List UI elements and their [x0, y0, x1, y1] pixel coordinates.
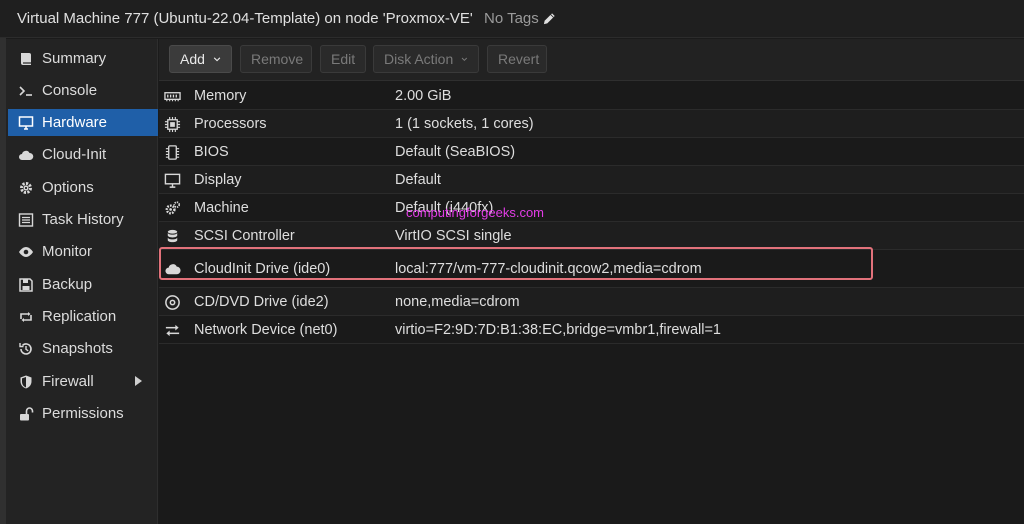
shield-icon: [16, 374, 36, 390]
sidebar-item-label: Permissions: [42, 405, 124, 422]
page-title: Virtual Machine 777 (Ubuntu-22.04-Templa…: [17, 10, 473, 27]
cogs-icon: [163, 199, 181, 217]
remove-button-label: Remove: [251, 51, 304, 67]
row-value: none,media=cdrom: [395, 294, 520, 310]
row-name: CD/DVD Drive (ide2): [194, 294, 329, 310]
sidebar-item-label: Console: [42, 82, 98, 99]
retweet-icon: [16, 309, 36, 325]
book-icon: [16, 51, 36, 67]
row-name: BIOS: [194, 144, 229, 160]
row-value: virtio=F2:9D:7D:B1:38:EC,bridge=vmbr1,fi…: [395, 322, 721, 338]
table-row-display[interactable]: Display Default: [159, 166, 1024, 194]
sidebar-item-label: Replication: [42, 308, 117, 325]
page-header: Virtual Machine 777 (Ubuntu-22.04-Templa…: [0, 0, 1024, 38]
revert-button-label: Revert: [498, 51, 540, 67]
row-value: Default (SeaBIOS): [395, 144, 516, 160]
table-row-cd-dvd-drive[interactable]: CD/DVD Drive (ide2) none,media=cdrom: [159, 288, 1024, 316]
row-name: Network Device (net0): [194, 322, 338, 338]
floppy-icon: [16, 277, 36, 293]
toolbar: Add Remove Edit Disk Action Revert: [159, 39, 1024, 81]
sidebar-item-monitor[interactable]: Monitor: [8, 238, 158, 265]
unlock-icon: [16, 406, 36, 422]
watermark-text: computingforgeeks.com: [406, 205, 545, 220]
sidebar-item-label: Backup: [42, 276, 93, 293]
edit-button-label: Edit: [331, 51, 356, 67]
sidebar-item-label: Hardware: [42, 114, 108, 131]
pencil-icon[interactable]: [542, 12, 556, 26]
sidebar-item-console[interactable]: Console: [8, 77, 158, 104]
sidebar-item-label: Summary: [42, 50, 107, 67]
eye-icon: [16, 244, 36, 260]
sidebar-item-hardware[interactable]: Hardware: [8, 109, 158, 136]
row-value: VirtIO SCSI single: [395, 228, 512, 244]
sidebar-item-label: Options: [42, 179, 94, 196]
microchip-icon: [163, 143, 181, 161]
sidebar-item-label: Firewall: [42, 373, 94, 390]
sidebar-item-label: Snapshots: [42, 340, 113, 357]
table-row-processors[interactable]: Processors 1 (1 sockets, 1 cores): [159, 110, 1024, 138]
sidebar-item-task-history[interactable]: Task History: [8, 206, 158, 233]
row-name: CloudInit Drive (ide0): [194, 261, 331, 277]
terminal-icon: [16, 83, 36, 99]
sidebar-item-label: Monitor: [42, 243, 93, 260]
edit-button[interactable]: Edit: [320, 45, 366, 73]
cloud-icon: [16, 147, 36, 163]
hardware-panel: Add Remove Edit Disk Action Revert Memor…: [159, 39, 1024, 524]
exchange-icon: [163, 321, 181, 339]
desktop-icon: [16, 115, 36, 131]
row-name: Memory: [194, 88, 247, 104]
remove-button[interactable]: Remove: [240, 45, 312, 73]
row-name: Machine: [194, 200, 249, 216]
desktop-icon: [163, 171, 181, 189]
sidebar-item-snapshots[interactable]: Snapshots: [8, 335, 158, 362]
database-icon: [163, 227, 181, 245]
cpu-icon: [163, 115, 181, 133]
table-row-bios[interactable]: BIOS Default (SeaBIOS): [159, 138, 1024, 166]
sidebar-item-firewall[interactable]: Firewall: [8, 368, 158, 395]
history-icon: [16, 341, 36, 357]
table-row-scsi-controller[interactable]: SCSI Controller VirtIO SCSI single: [159, 222, 1024, 250]
gear-icon: [16, 180, 36, 196]
sidebar-item-label: Task History: [42, 211, 124, 228]
cloud-icon: [163, 260, 181, 278]
row-name: SCSI Controller: [194, 228, 295, 244]
table-row-cloudinit-drive[interactable]: CloudInit Drive (ide0) local:777/vm-777-…: [159, 250, 1024, 288]
sidebar-item-options[interactable]: Options: [8, 174, 158, 201]
row-name: Processors: [194, 116, 267, 132]
row-value: Default: [395, 172, 441, 188]
row-value: 1 (1 sockets, 1 cores): [395, 116, 534, 132]
sidebar-item-label: Cloud-Init: [42, 146, 107, 163]
table-row-machine[interactable]: Machine Default (i440fx): [159, 194, 1024, 222]
list-icon: [16, 212, 36, 228]
chevron-down-icon: [461, 57, 468, 62]
tags-editor[interactable]: No Tags: [484, 10, 556, 27]
chevron-down-icon: [213, 57, 221, 62]
sidebar-item-summary[interactable]: Summary: [8, 45, 158, 72]
sidebar-item-permissions[interactable]: Permissions: [8, 400, 158, 427]
row-value: 2.00 GiB: [395, 88, 452, 104]
disc-icon: [163, 293, 181, 311]
disk-action-button[interactable]: Disk Action: [373, 45, 479, 73]
tags-label: No Tags: [484, 10, 539, 27]
table-row-network-device[interactable]: Network Device (net0) virtio=F2:9D:7D:B1…: [159, 316, 1024, 344]
app-window: Virtual Machine 777 (Ubuntu-22.04-Templa…: [0, 0, 1024, 524]
sidebar-item-backup[interactable]: Backup: [8, 271, 158, 298]
sidebar-item-replication[interactable]: Replication: [8, 303, 158, 330]
table-row-memory[interactable]: Memory 2.00 GiB: [159, 82, 1024, 110]
revert-button[interactable]: Revert: [487, 45, 547, 73]
memory-icon: [163, 87, 181, 105]
add-button-label: Add: [180, 51, 205, 67]
expand-caret-icon[interactable]: [135, 376, 142, 386]
row-value: local:777/vm-777-cloudinit.qcow2,media=c…: [395, 261, 702, 277]
row-name: Display: [194, 172, 242, 188]
add-button[interactable]: Add: [169, 45, 232, 73]
sidebar: Summary Console Hardware Cloud-Init Opti…: [6, 39, 158, 524]
disk-action-button-label: Disk Action: [384, 51, 454, 67]
sidebar-item-cloud-init[interactable]: Cloud-Init: [8, 141, 158, 168]
